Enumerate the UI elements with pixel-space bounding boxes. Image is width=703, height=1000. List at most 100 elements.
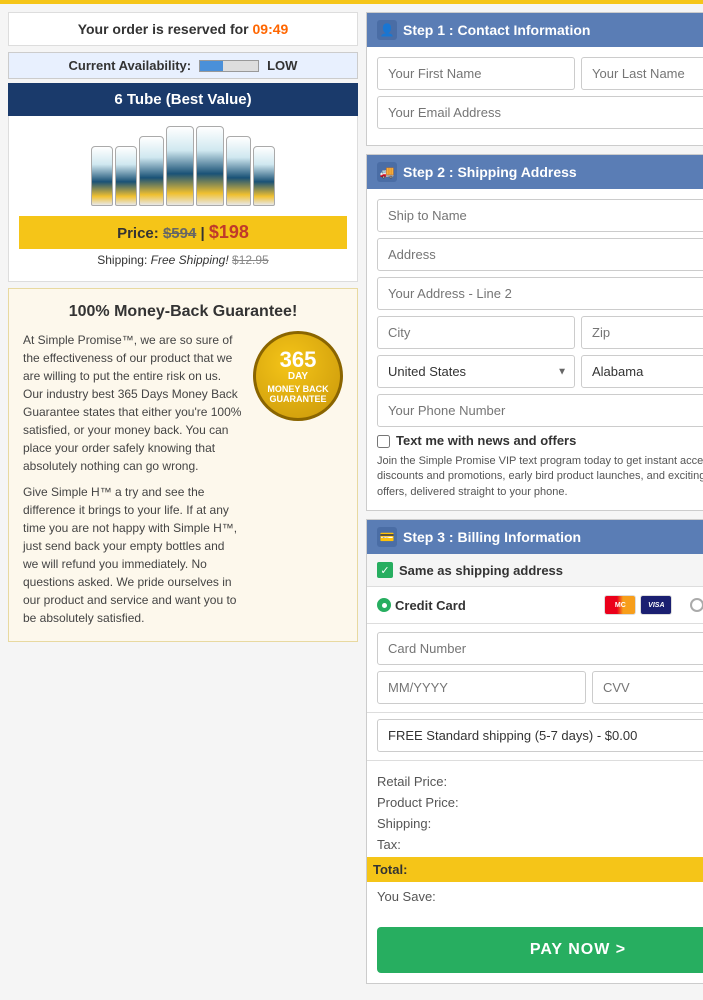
guarantee-text: At Simple Promise™, we are so sure of th…	[23, 331, 243, 627]
shipping-label: Shipping:	[97, 253, 147, 267]
paypal-radio[interactable]	[690, 598, 703, 612]
product-box: Price: $594 | $198 Shipping: Free Shippi…	[8, 116, 358, 282]
card-icons: MC VISA	[604, 595, 672, 615]
step2-section: 🚚 Step 2 : Shipping Address United State…	[366, 154, 703, 511]
name-row	[377, 57, 703, 90]
cvv-input[interactable]	[592, 671, 703, 704]
shipping-select-wrap: FREE Standard shipping (5-7 days) - $0.0…	[367, 713, 703, 761]
guarantee-para1: At Simple Promise™, we are so sure of th…	[23, 331, 243, 475]
save-price-line: You Save: $396.00	[377, 886, 703, 907]
product-image-area	[19, 126, 347, 206]
step1-body	[367, 47, 703, 145]
availability-status: LOW	[267, 58, 297, 73]
expiry-cvv-row: ?	[377, 671, 703, 704]
first-name-input[interactable]	[377, 57, 575, 90]
sms-checkbox-row: Text me with news and offers	[377, 433, 703, 448]
save-label: You Save:	[377, 889, 436, 904]
same-shipping-check: ✓	[377, 562, 393, 578]
sms-checkbox[interactable]	[377, 435, 390, 448]
zip-input[interactable]	[581, 316, 703, 349]
sms-checkbox-label: Text me with news and offers	[396, 433, 576, 448]
pay-now-button[interactable]: PAY NOW >	[377, 927, 703, 973]
product-price-line: Product Price: $198.00	[377, 792, 703, 813]
pay-button-wrap: PAY NOW >	[367, 917, 703, 983]
availability-label: Current Availability:	[69, 58, 192, 73]
phone-input[interactable]	[377, 394, 703, 427]
badge-text: MONEY BACKGUARANTEE	[267, 384, 328, 404]
address-input[interactable]	[377, 238, 703, 271]
guarantee-para2: Give Simple H™ a try and see the differe…	[23, 483, 243, 627]
shipping-free: Free Shipping!	[151, 253, 229, 267]
badge-number: 365	[280, 349, 317, 371]
tube-container	[91, 126, 275, 206]
timer-label: Your order is reserved for	[78, 21, 249, 37]
left-column: Your order is reserved for 09:49 Current…	[8, 12, 358, 992]
phone-row: ?	[377, 394, 703, 427]
same-shipping-label: Same as shipping address	[399, 563, 563, 578]
new-price: $198	[209, 222, 249, 242]
address2-input[interactable]	[377, 277, 703, 310]
shipping-price-line: Shipping: $0.00	[377, 813, 703, 834]
step3-title: Step 3 : Billing Information	[403, 529, 581, 545]
price-summary: Retail Price: $594.00 Product Price: $19…	[367, 761, 703, 917]
retail-price-line: Retail Price: $594.00	[377, 771, 703, 792]
total-label: Total:	[373, 862, 407, 877]
card-fields: ▣ ?	[367, 624, 703, 713]
tax-price-line: Tax: $0.00	[377, 834, 703, 855]
mastercard-icon: MC	[604, 595, 636, 615]
retail-label: Retail Price:	[377, 774, 447, 789]
city-input[interactable]	[377, 316, 575, 349]
shipping-original: $12.95	[232, 253, 269, 267]
country-select-wrap: United States Canada United Kingdom Aust…	[377, 355, 575, 388]
last-name-input[interactable]	[581, 57, 703, 90]
tube-5	[196, 126, 224, 206]
country-select[interactable]: United States Canada United Kingdom Aust…	[377, 355, 575, 388]
step2-body: United States Canada United Kingdom Aust…	[367, 189, 703, 510]
billing-icon: 💳	[377, 527, 397, 547]
step1-title: Step 1 : Contact Information	[403, 22, 590, 38]
guarantee-title: 100% Money-Back Guarantee!	[23, 303, 343, 321]
tube-7	[253, 146, 275, 206]
card-number-input[interactable]	[377, 632, 703, 665]
country-state-row: United States Canada United Kingdom Aust…	[377, 355, 703, 388]
total-price-line: Total: $198.00	[367, 857, 703, 882]
visa-icon: VISA	[640, 595, 672, 615]
step3-section: 💳 Step 3 : Billing Information ✓ Same as…	[366, 519, 703, 984]
price-bar: Price: $594 | $198	[19, 216, 347, 249]
availability-bar: Current Availability: LOW	[8, 52, 358, 79]
tube-2	[115, 146, 137, 206]
payment-method-row: Credit Card MC VISA PayPal P	[367, 587, 703, 624]
email-input[interactable]	[377, 96, 703, 129]
step2-header: 🚚 Step 2 : Shipping Address	[367, 155, 703, 189]
tube-6	[226, 136, 251, 206]
state-select[interactable]: Alabama Alaska Arizona Arkansas Californ…	[581, 355, 703, 388]
city-zip-row	[377, 316, 703, 349]
tax-label: Tax:	[377, 837, 401, 852]
timer-bar: Your order is reserved for 09:49	[8, 12, 358, 46]
shipping-sum-label: Shipping:	[377, 816, 431, 831]
credit-card-radio[interactable]	[377, 598, 391, 612]
shipping-icon: 🚚	[377, 162, 397, 182]
timer-value: 09:49	[253, 21, 289, 37]
cvv-wrap: ?	[592, 671, 703, 704]
right-column: 👤 Step 1 : Contact Information 🚚 Step 2 …	[366, 12, 703, 992]
guarantee-box: 100% Money-Back Guarantee! At Simple Pro…	[8, 288, 358, 642]
expiry-input[interactable]	[377, 671, 586, 704]
tube-1	[91, 146, 113, 206]
ship-to-name-input[interactable]	[377, 199, 703, 232]
state-select-wrap: Alabama Alaska Arizona Arkansas Californ…	[581, 355, 703, 388]
original-price: $594	[163, 225, 196, 242]
credit-card-option[interactable]: Credit Card	[377, 598, 466, 613]
guarantee-inner: At Simple Promise™, we are so sure of th…	[23, 331, 343, 627]
availability-progress	[199, 60, 259, 72]
same-shipping-row: ✓ Same as shipping address	[367, 554, 703, 587]
contact-icon: 👤	[377, 20, 397, 40]
shipping-method-select[interactable]: FREE Standard shipping (5-7 days) - $0.0…	[377, 719, 703, 752]
tube-4	[166, 126, 194, 206]
step1-header: 👤 Step 1 : Contact Information	[367, 13, 703, 47]
tube-3	[139, 136, 164, 206]
product-label: Product Price:	[377, 795, 459, 810]
paypal-option[interactable]: PayPal P	[690, 595, 703, 615]
badge-day: DAY	[288, 371, 308, 382]
card-number-wrap: ▣	[377, 632, 703, 665]
